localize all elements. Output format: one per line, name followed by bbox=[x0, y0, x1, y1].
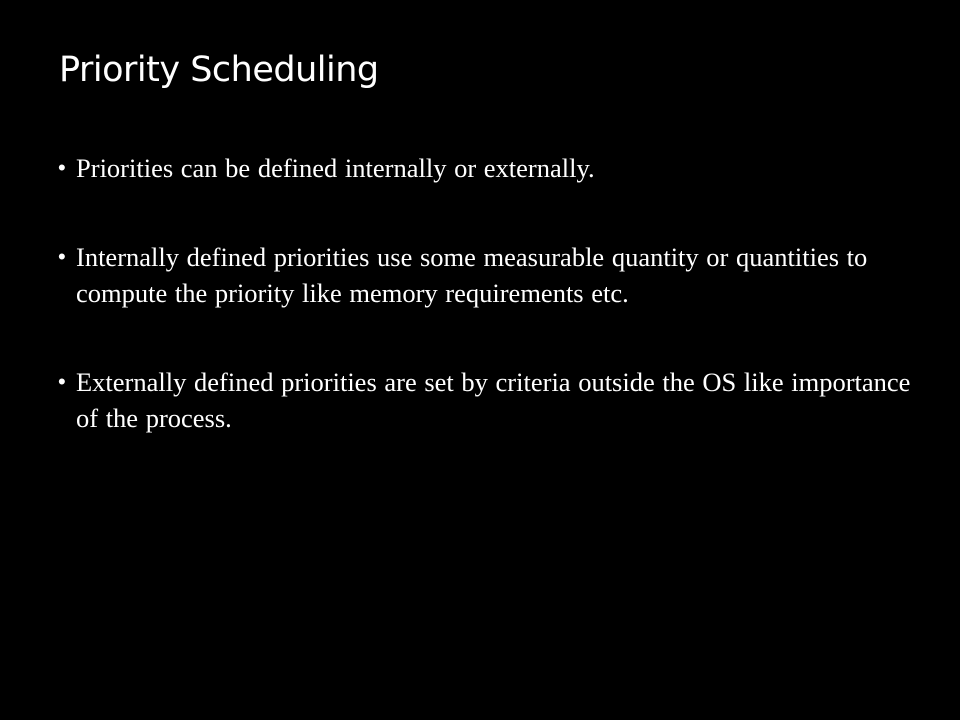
bullet-text: Internally defined priorities use some m… bbox=[76, 242, 868, 308]
slide-title: Priority Scheduling bbox=[59, 50, 379, 90]
bullet-text: Priorities can be defined internally or … bbox=[76, 153, 595, 183]
slide: Priority Scheduling • Priorities can be … bbox=[0, 0, 960, 720]
bullet-item-internal-or-external: • Priorities can be defined internally o… bbox=[58, 150, 918, 186]
bullet-marker: • bbox=[58, 155, 66, 180]
bullet-item-externally-defined: • Externally defined priorities are set … bbox=[58, 364, 918, 436]
bullet-item-internally-defined: • Internally defined priorities use some… bbox=[58, 239, 918, 311]
bullet-list: • Priorities can be defined internally o… bbox=[58, 150, 918, 489]
bullet-marker: • bbox=[58, 369, 66, 394]
bullet-marker: • bbox=[58, 244, 66, 269]
bullet-text: Externally defined priorities are set by… bbox=[76, 367, 911, 433]
